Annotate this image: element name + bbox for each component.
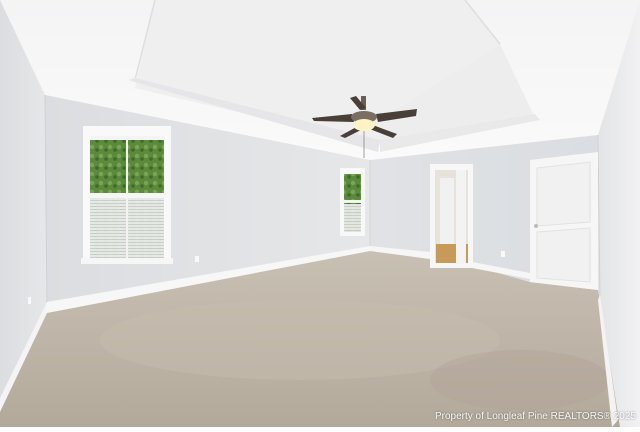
open-hallway-door bbox=[430, 164, 473, 268]
closed-white-door bbox=[530, 152, 598, 290]
fan-light bbox=[353, 119, 375, 131]
door-knob bbox=[534, 224, 538, 228]
outlet bbox=[28, 297, 31, 304]
outlet bbox=[195, 256, 199, 262]
outlet bbox=[501, 251, 505, 257]
photo-watermark: Property of Longleaf Pine REALTORS® 2025 bbox=[435, 411, 636, 422]
back-window bbox=[340, 168, 365, 236]
empty-bedroom-photo bbox=[0, 0, 640, 427]
left-window bbox=[81, 126, 173, 264]
